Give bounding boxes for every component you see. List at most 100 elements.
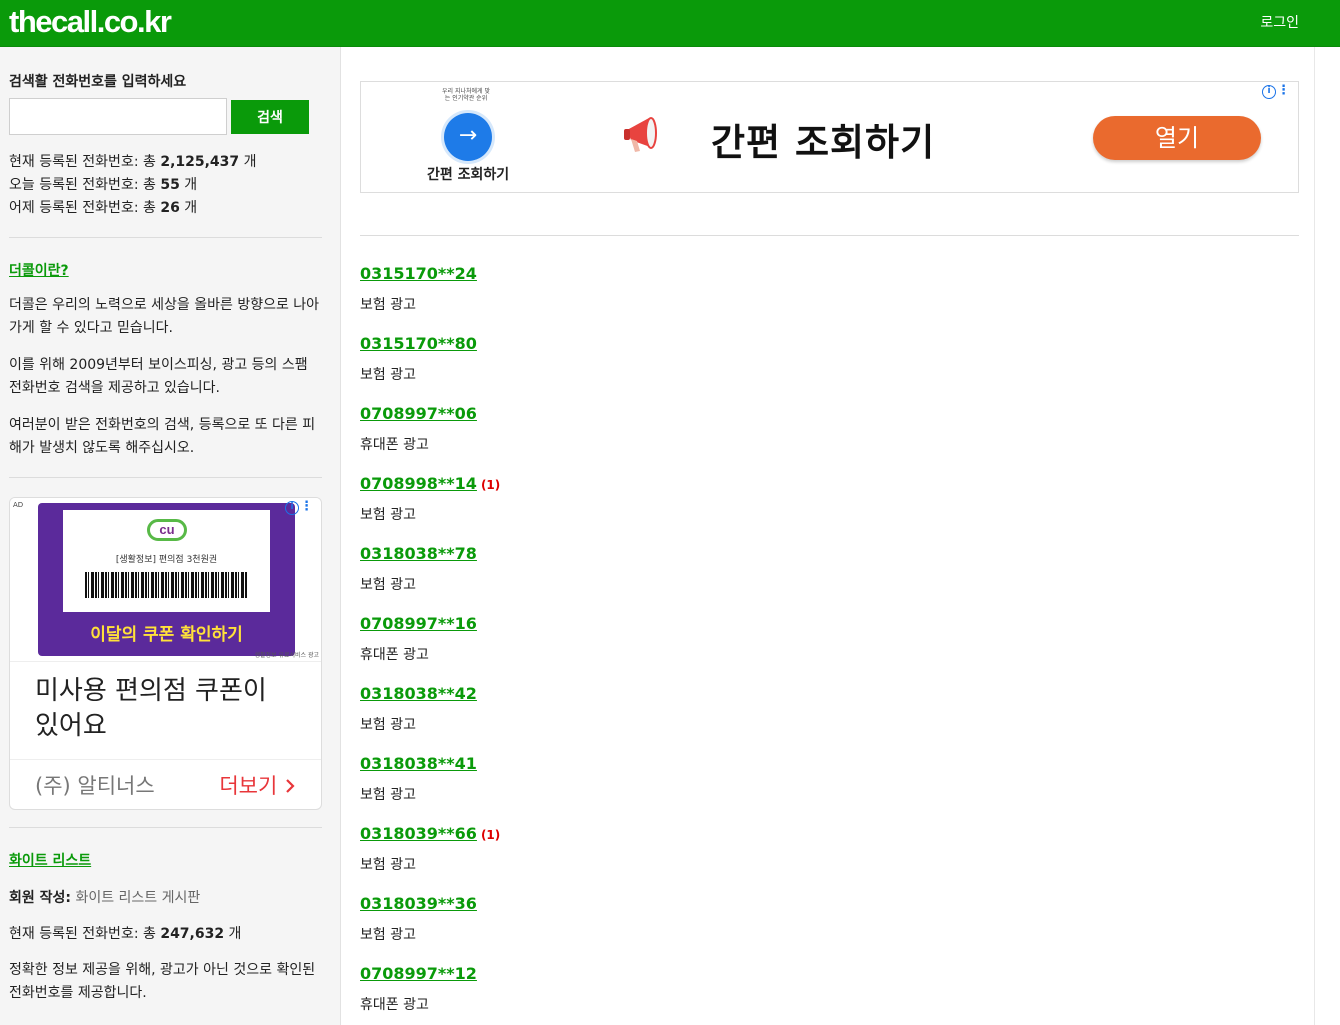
list-item: 0318039**66 (1) 보험 광고 [360,824,1299,894]
phone-category: 휴대폰 광고 [360,437,429,453]
phone-category: 보험 광고 [360,857,416,873]
member-line: 회원 작성: 화이트 리스트 게시판 [9,887,322,907]
ad-fine-print: 생활정보 유료서비스 광고 [254,652,319,659]
coupon-ticket: cu [생활정보] 편의점 3천원권 이달의 쿠폰 확인하기 [38,503,295,656]
phone-list: 0315170**24 보험 광고 0315170**80 보험 광고 070899… [360,264,1299,1025]
search-row: 검색 [9,98,322,135]
megaphone-icon [624,117,657,152]
ad-headline[interactable]: 미사용 편의점 쿠폰이 있어요 [10,662,321,759]
login-link[interactable]: 로그인 [1260,12,1299,32]
about-paragraph: 이를 위해 2009년부터 보이스피싱, 광고 등의 스팸 전화번호 검색을 제… [9,357,308,396]
coupon-cta: 이달의 쿠폰 확인하기 [90,625,243,645]
phone-category: 보험 광고 [360,507,416,523]
about-link[interactable]: 더콜이란? [9,260,69,280]
banner-info-icon[interactable]: i [1262,85,1276,99]
phone-search-input[interactable] [9,98,227,135]
scrollbar[interactable] [1314,47,1340,1025]
open-button[interactable]: 열기 [1093,116,1261,160]
ad-image[interactable]: AD cu [생활정보] 편의점 3천원권 이달의 쿠폰 확인하기 생활정보 유… [10,498,321,662]
banner-ad[interactable]: 우리 지나처에게 맞는 인기약관 순위 → 간편 조회하기 간편 조회하기 열기… [360,81,1299,193]
about-paragraph: 더콜은 우리의 노력으로 세상을 올바른 방향으로 나아가게 할 수 있다고 믿… [9,297,320,336]
site-logo[interactable]: thecall.co.kr [9,4,172,40]
search-title: 검색활 전화번호를 입력하세요 [9,74,187,90]
coupon-card: cu [생활정보] 편의점 3천원권 [63,510,270,612]
phone-category: 보험 광고 [360,927,416,943]
ad-tag: AD [13,501,24,509]
phone-number-link[interactable]: 0318038**78 [360,544,477,563]
list-item: 0315170**24 보험 광고 [360,264,1299,334]
divider [9,477,322,478]
stat-total-unit: 개 [239,154,257,170]
list-item: 0318038**78 보험 광고 [360,544,1299,614]
main-content: 우리 지나처에게 맞는 인기약관 순위 → 간편 조회하기 간편 조회하기 열기… [360,47,1299,1025]
stat-today: 오늘 등록된 전화번호: 총 55 개 [9,174,322,197]
list-item: 0318039**36 보험 광고 [360,894,1299,964]
chevron-right-icon [286,778,295,793]
sidebar-ad[interactable]: AD cu [생활정보] 편의점 3천원권 이달의 쿠폰 확인하기 생활정보 유… [9,497,322,810]
coupon-label: [생활정보] 편의점 3천원권 [115,555,218,565]
phone-number-link[interactable]: 0708998**14 [360,474,477,493]
ad-info-icon[interactable]: i [285,501,299,515]
phone-number-link[interactable]: 0708997**12 [360,964,477,983]
list-item: 0318038**41 보험 광고 [360,754,1299,824]
list-item: 0315170**80 보험 광고 [360,334,1299,404]
registration-stats: 현재 등록된 전화번호: 총 2,125,437 개 오늘 등록된 전화번호: … [9,151,322,220]
whitelist-section: 화이트 리스트 회원 작성: 화이트 리스트 게시판 현재 등록된 전화번호: … [9,828,322,1005]
barcode-icon [85,572,247,598]
stat-today-label: 오늘 등록된 전화번호: 총 [9,177,161,193]
whitelist-count: 현재 등록된 전화번호: 총 247,632 개 [9,923,322,943]
about-paragraph: 여러분이 받은 전화번호의 검색, 등록으로 또 다른 피해가 발생치 않도록 … [9,417,316,456]
stat-total-value: 2,125,437 [160,154,240,170]
list-item: 0708997**06 휴대폰 광고 [360,404,1299,474]
ad-more-label: 더보기 [219,773,278,798]
list-item: 0318038**42 보험 광고 [360,684,1299,754]
banner-title: 간편 조회하기 [711,121,936,164]
phone-number-link[interactable]: 0315170**80 [360,334,477,353]
banner-mini-text: 우리 지나처에게 맞는 인기약관 순위 [442,88,490,102]
ad-footer: (주) 알티너스 더보기 [10,759,321,809]
phone-category: 보험 광고 [360,717,416,733]
arrow-right-icon[interactable]: → [444,113,492,161]
stat-today-unit: 개 [179,177,198,193]
stat-total: 현재 등록된 전화번호: 총 2,125,437 개 [9,151,322,174]
stat-yesterday: 어제 등록된 전화번호: 총 26 개 [9,197,322,220]
whitelist-count-label: 현재 등록된 전화번호: 총 [9,926,161,942]
top-bar: thecall.co.kr 로그인 [0,0,1340,47]
phone-number-link[interactable]: 0315170**24 [360,264,477,283]
divider [9,237,322,238]
phone-number-link[interactable]: 0318038**42 [360,684,477,703]
whitelist-count-value: 247,632 [160,926,225,942]
list-item: 0708997**12 휴대폰 광고 [360,964,1299,1025]
stat-yesterday-value: 26 [160,200,180,216]
list-item: 0708997**16 휴대폰 광고 [360,614,1299,684]
phone-category: 휴대폰 광고 [360,647,429,663]
phone-number-link[interactable]: 0318039**66 [360,824,477,843]
member-label: 회원 작성: [9,890,71,906]
whitelist-info: 정확한 정보 제공을 위해, 광고가 아닌 것으로 확인된 전화번호를 제공합니… [9,962,316,1001]
phone-category: 보험 광고 [360,577,416,593]
report-count: (1) [480,828,501,842]
cu-logo: cu [147,519,187,541]
list-item: 0708998**14 (1) 보험 광고 [360,474,1299,544]
phone-category: 휴대폰 광고 [360,997,429,1013]
phone-category: 보험 광고 [360,367,416,383]
phone-number-link[interactable]: 0708997**16 [360,614,477,633]
phone-number-link[interactable]: 0318039**36 [360,894,477,913]
divider [360,235,1299,236]
ad-menu-icon[interactable]: ⋮ [300,500,313,513]
stat-yesterday-label: 어제 등록된 전화번호: 총 [9,200,161,216]
phone-number-link[interactable]: 0708997**06 [360,404,477,423]
stat-total-label: 현재 등록된 전화번호: 총 [9,154,161,170]
whitelist-count-unit: 개 [224,926,242,942]
phone-number-link[interactable]: 0318038**41 [360,754,477,773]
whitelist-board-link[interactable]: 화이트 리스트 게시판 [71,890,200,906]
search-button[interactable]: 검색 [231,100,309,134]
phone-category: 보험 광고 [360,297,416,313]
whitelist-link[interactable]: 화이트 리스트 [9,850,91,870]
banner-menu-icon[interactable]: ⋮ [1277,84,1290,97]
phone-category: 보험 광고 [360,787,416,803]
ad-more-button[interactable]: 더보기 [219,770,296,800]
banner-sub-label: 간편 조회하기 [427,167,510,183]
stat-today-value: 55 [160,177,180,193]
ad-advertiser: (주) 알티너스 [35,773,155,798]
